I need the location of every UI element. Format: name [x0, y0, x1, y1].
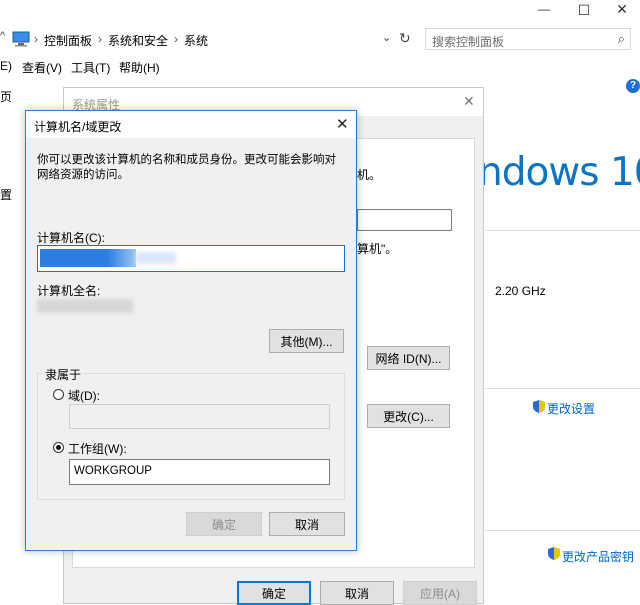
apply-button: 应用(A)	[403, 581, 477, 605]
divider	[485, 530, 640, 531]
close-button[interactable]: ✕	[612, 1, 632, 21]
computer-name-blur	[136, 252, 176, 264]
member-of-label: 隶属于	[43, 366, 84, 383]
menu-tools[interactable]: 工具(T)	[71, 59, 110, 76]
search-box[interactable]: 搜索控制面板 ⌕	[425, 28, 631, 50]
close-icon[interactable]: ✕	[463, 93, 475, 110]
breadcrumb: › 控制面板 › 系统和安全 › 系统	[34, 32, 208, 48]
dialog-titlebar: 计算机名/域更改 ✕	[26, 111, 356, 138]
sidebar-partial-text: 置	[0, 188, 13, 202]
dialog-title: 计算机名/域更改	[34, 120, 122, 134]
menu-help[interactable]: 帮助(H)	[119, 59, 160, 76]
breadcrumb-system-security[interactable]: 系统和安全	[108, 32, 168, 48]
shield-icon	[548, 547, 560, 560]
divider	[485, 388, 640, 389]
refresh-icon[interactable]: ↻	[399, 30, 411, 47]
workgroup-radio[interactable]	[53, 442, 64, 453]
chevron-down-icon[interactable]: ⌄	[382, 31, 391, 44]
computer-name-dialog: 计算机名/域更改 ✕ 你可以更改该计算机的名称和成员身份。更改可能会影响对网络资…	[25, 110, 357, 551]
maximize-button[interactable]: ☐	[574, 2, 594, 22]
domain-radio[interactable]	[53, 389, 64, 400]
shield-icon	[533, 400, 545, 413]
divider	[485, 230, 640, 231]
workgroup-value: WORKGROUP	[74, 465, 152, 477]
sidebar-partial-text: 页	[0, 90, 13, 104]
partial-text: 机。	[357, 168, 382, 182]
dialog-ok-button: 确定	[186, 512, 262, 536]
computer-name-input[interactable]	[37, 245, 345, 272]
cancel-button[interactable]: 取消	[320, 581, 394, 605]
change-button[interactable]: 更改(C)...	[367, 404, 450, 428]
domain-input	[69, 404, 330, 429]
dialog-description: 你可以更改该计算机的名称和成员身份。更改可能会影响对网络资源的访问。	[37, 154, 336, 181]
workgroup-input[interactable]: WORKGROUP	[69, 459, 330, 485]
domain-label[interactable]: 域(D):	[68, 387, 100, 404]
full-name-label: 计算机全名:	[37, 284, 101, 298]
menu-edit[interactable]: E)	[0, 59, 12, 73]
search-icon: ⌕	[617, 31, 625, 46]
breadcrumb-sep: ›	[174, 32, 179, 46]
help-icon[interactable]: ?	[626, 79, 640, 93]
more-button[interactable]: 其他(M)...	[269, 329, 344, 353]
network-id-button[interactable]: 网络 ID(N)...	[367, 346, 450, 370]
breadcrumb-control-panel[interactable]: 控制面板	[44, 32, 92, 48]
workgroup-label[interactable]: 工作组(W):	[68, 440, 127, 457]
control-panel-icon	[12, 31, 30, 47]
full-name-value	[37, 299, 133, 313]
partial-text: 算机"。	[357, 242, 398, 256]
computer-name-label: 计算机名(C):	[37, 231, 105, 245]
change-settings-link[interactable]: 更改设置	[547, 400, 595, 417]
description-input[interactable]	[357, 209, 452, 231]
breadcrumb-system[interactable]: 系统	[184, 32, 208, 48]
minimize-button[interactable]: —	[532, 2, 556, 22]
up-arrow-icon[interactable]: ^	[0, 30, 8, 46]
search-input[interactable]: 搜索控制面板	[432, 33, 504, 50]
menu-view[interactable]: 查看(V)	[22, 59, 62, 76]
dialog-cancel-button[interactable]: 取消	[269, 512, 345, 536]
cpu-speed: 2.20 GHz	[495, 284, 546, 298]
change-product-key-link[interactable]: 更改产品密钥	[562, 548, 634, 565]
windows-logo-text: ndows 10	[478, 150, 640, 195]
computer-name-selection	[40, 249, 136, 267]
ok-button[interactable]: 确定	[237, 581, 311, 605]
close-icon[interactable]: ✕	[336, 115, 349, 133]
breadcrumb-sep: ›	[34, 32, 38, 46]
breadcrumb-sep: ›	[98, 32, 103, 46]
